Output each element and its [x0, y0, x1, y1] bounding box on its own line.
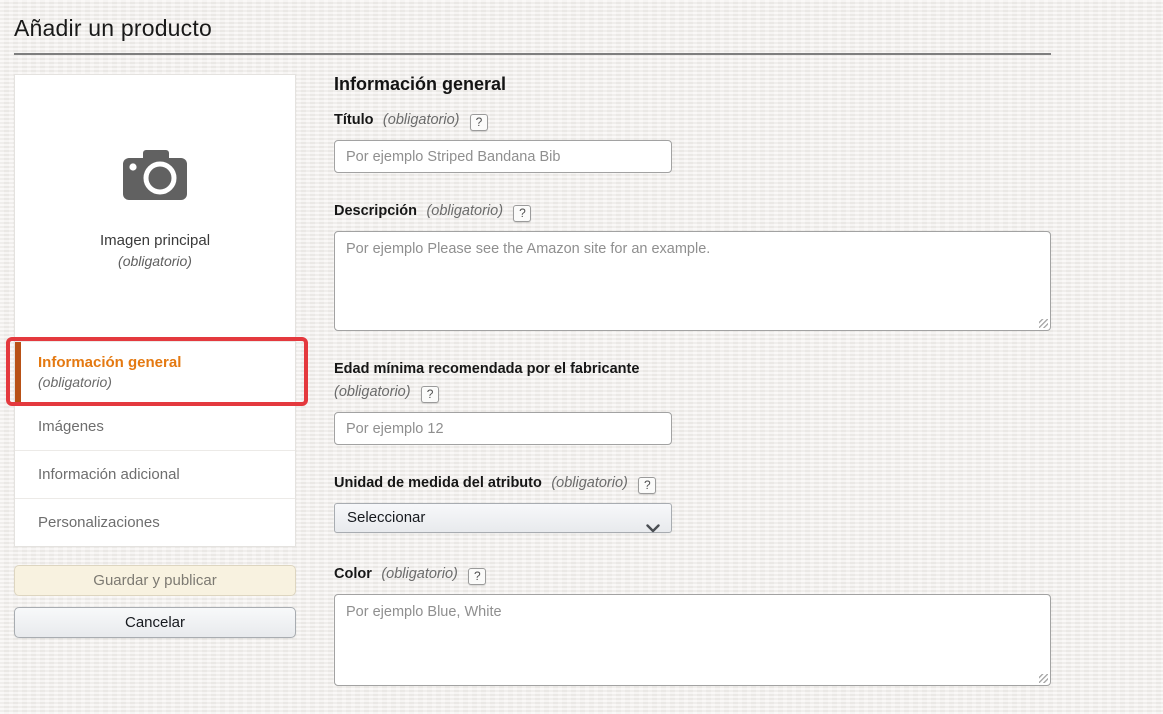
- field-label: Color: [334, 566, 372, 582]
- help-icon[interactable]: ?: [469, 114, 488, 131]
- titulo-input[interactable]: [334, 140, 672, 173]
- unidad-medida-select[interactable]: Seleccionar: [334, 503, 672, 533]
- sidebar-item-label: Información adicional: [38, 466, 180, 483]
- sidebar: Imagen principal (obligatorio) Informaci…: [6, 74, 308, 638]
- required-label: (obligatorio): [382, 112, 460, 128]
- edad-minima-input[interactable]: [334, 412, 672, 445]
- help-icon[interactable]: ?: [513, 205, 532, 222]
- sidebar-item-personalizaciones[interactable]: Personalizaciones: [15, 498, 295, 546]
- general-info-form: Información general Título (obligatorio)…: [334, 74, 1051, 714]
- select-value: Seleccionar: [347, 509, 426, 526]
- camera-icon: [122, 147, 188, 206]
- chevron-down-icon: [646, 515, 660, 543]
- resize-handle-icon[interactable]: [1039, 319, 1048, 328]
- titulo-field-group: Título (obligatorio) ?: [334, 110, 1051, 173]
- field-label: Unidad de medida del atributo: [334, 475, 542, 491]
- main-image-upload-box[interactable]: Imagen principal (obligatorio): [15, 75, 295, 341]
- sidebar-item-required: (obligatorio): [38, 374, 112, 390]
- required-label: (obligatorio): [381, 566, 458, 582]
- image-box-required: (obligatorio): [118, 253, 192, 269]
- sidebar-item-informacion-adicional[interactable]: Información adicional: [15, 450, 295, 498]
- required-label: (obligatorio): [551, 475, 628, 491]
- sidebar-card: Imagen principal (obligatorio) Informaci…: [6, 74, 308, 547]
- color-textarea[interactable]: [334, 594, 1051, 686]
- help-icon[interactable]: ?: [638, 477, 657, 494]
- selected-indicator-bar: [15, 342, 21, 402]
- field-label: Título: [334, 112, 374, 128]
- page-header: Añadir un producto: [0, 0, 1163, 42]
- edad-minima-field-group: Edad mínima recomendada por el fabricant…: [334, 359, 1051, 445]
- resize-handle-icon[interactable]: [1039, 674, 1048, 683]
- descripcion-textarea[interactable]: [334, 231, 1051, 331]
- section-heading: Información general: [334, 74, 507, 94]
- image-box-title: Imagen principal: [99, 232, 211, 249]
- sidebar-item-label: Imágenes: [38, 418, 104, 435]
- page-title: Añadir un producto: [14, 15, 212, 41]
- descripcion-field-group: Descripción (obligatorio) ?: [334, 201, 1051, 331]
- sidebar-item-informacion-general[interactable]: Información general (obligatorio): [6, 337, 308, 406]
- save-publish-button[interactable]: Guardar y publicar: [14, 565, 296, 596]
- annotation-highlight-box: [6, 337, 308, 406]
- help-icon[interactable]: ?: [468, 568, 487, 585]
- add-product-page: Añadir un producto Imagen principal (obl…: [0, 0, 1163, 714]
- sidebar-item-label: Personalizaciones: [38, 514, 160, 531]
- title-divider: [14, 53, 1051, 55]
- sidebar-item-imagenes[interactable]: Imágenes: [15, 402, 295, 450]
- required-label: (obligatorio): [426, 203, 504, 219]
- field-label: Edad mínima recomendada por el fabricant…: [334, 361, 640, 377]
- help-icon[interactable]: ?: [421, 386, 440, 403]
- required-label: (obligatorio): [334, 384, 411, 400]
- sidebar-item-label: Información general: [38, 354, 182, 371]
- cancel-button[interactable]: Cancelar: [14, 607, 296, 638]
- unidad-medida-field-group: Unidad de medida del atributo (obligator…: [334, 473, 1051, 533]
- field-label: Descripción: [334, 203, 417, 219]
- color-field-group: Color (obligatorio) ?: [334, 564, 1051, 686]
